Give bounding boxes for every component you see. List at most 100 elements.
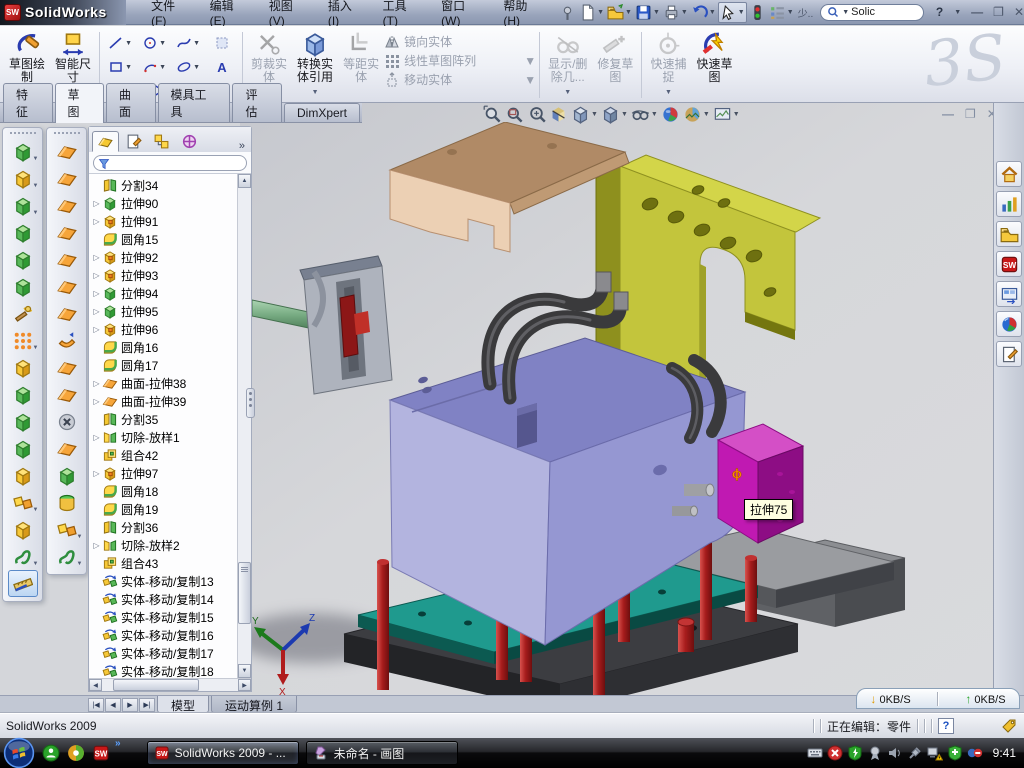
trim-surface-button[interactable]: ▼: [52, 516, 82, 543]
dropdown-arrow-icon[interactable]: ▼: [33, 156, 39, 162]
start-button[interactable]: [3, 737, 35, 768]
tree-item[interactable]: ▷拉伸94: [91, 284, 251, 302]
expander-icon[interactable]: ▷: [91, 253, 102, 262]
rapid-sketch-button[interactable]: 快速草 图: [691, 29, 737, 101]
plugin-icon[interactable]: [907, 745, 923, 761]
filled-surface-button[interactable]: [52, 273, 82, 300]
tree-item[interactable]: ▷拉伸96: [91, 320, 251, 338]
close-button[interactable]: ✕: [1014, 7, 1024, 17]
tree-item[interactable]: 组合42: [91, 446, 251, 464]
prev-tab-button[interactable]: ◀: [105, 698, 121, 712]
toolbox-tab[interactable]: SW: [996, 251, 1022, 277]
tree-item[interactable]: 实体-移动/复制15: [91, 608, 251, 626]
dropdown-arrow-icon[interactable]: ▼: [33, 210, 39, 216]
scroll-thumb[interactable]: [238, 562, 251, 624]
tree-item[interactable]: ▷曲面-拉伸39: [91, 392, 251, 410]
circle-button[interactable]: ▼: [137, 31, 171, 55]
planar-surface-button[interactable]: [52, 300, 82, 327]
display-delete-relations-button[interactable]: 显示/删 除几...▼: [543, 29, 592, 101]
offset-entities-button[interactable]: 等距实 体: [338, 29, 384, 101]
dimxpertmanager-tab-tab[interactable]: [176, 131, 203, 152]
minimize-button[interactable]: —: [971, 7, 983, 17]
expander-icon[interactable]: ▷: [91, 271, 102, 280]
tree-item[interactable]: 组合43: [91, 554, 251, 572]
options-button[interactable]: ▼: [768, 3, 795, 22]
hole-wizard-button[interactable]: [8, 300, 38, 327]
view-orientation-button[interactable]: ▼: [571, 105, 598, 124]
3d-part-gray-clamp[interactable]: [300, 256, 392, 394]
tree-item[interactable]: 圆角17: [91, 356, 251, 374]
region-button[interactable]: [205, 31, 239, 55]
next-tab-button[interactable]: ▶: [122, 698, 138, 712]
mirror-entities-button[interactable]: 镜向实体: [384, 33, 536, 50]
solidworks-resources-tab[interactable]: [996, 161, 1022, 187]
doc-restore-button[interactable]: ❐: [965, 109, 976, 119]
help-button[interactable]: ?: [936, 7, 943, 17]
tab-评估[interactable]: 评估: [232, 83, 282, 122]
boundary-cut-button[interactable]: [8, 273, 38, 300]
certificate-icon[interactable]: [867, 745, 883, 761]
tree-item[interactable]: 分割36: [91, 518, 251, 536]
linear-sketch-pattern-button[interactable]: 线性草图阵列▼: [384, 52, 536, 69]
messenger-button[interactable]: [41, 743, 61, 763]
dropdown-arrow-icon[interactable]: ▼: [33, 183, 39, 189]
open-document-button[interactable]: ▼: [606, 3, 633, 22]
doc-tab-运动算例 1[interactable]: 运动算例 1: [211, 696, 297, 713]
dropdown-arrow-icon[interactable]: ▼: [709, 9, 716, 16]
dropdown-arrow-icon[interactable]: ▼: [77, 561, 83, 567]
3d-part-tan-block[interactable]: [390, 122, 629, 252]
spline-button[interactable]: ▼: [171, 31, 205, 55]
dropdown-arrow-icon[interactable]: ▼: [159, 64, 166, 71]
quick-launch-more[interactable]: »: [115, 738, 121, 749]
repair-sketch-button[interactable]: 修复草 图: [592, 29, 638, 101]
undo-button[interactable]: ▼: [690, 3, 717, 22]
tree-item[interactable]: ▷曲面-拉伸38: [91, 374, 251, 392]
tree-item[interactable]: ▷拉伸97: [91, 464, 251, 482]
swept-boss-button[interactable]: ▼: [8, 192, 38, 219]
dropdown-arrow-icon[interactable]: ▼: [625, 9, 632, 16]
expander-icon[interactable]: ▷: [91, 199, 102, 208]
dropdown-arrow-icon[interactable]: ▼: [125, 64, 132, 71]
last-tab-button[interactable]: ▶|: [139, 698, 155, 712]
solidworks-quicklaunch-button[interactable]: SW: [91, 743, 111, 763]
tree-item[interactable]: 圆角18: [91, 482, 251, 500]
keyboard-layout-icon[interactable]: [807, 745, 823, 761]
dropdown-arrow-icon[interactable]: ▼: [33, 561, 39, 567]
tree-item[interactable]: ▷拉伸95: [91, 302, 251, 320]
expander-icon[interactable]: ▷: [91, 289, 102, 298]
expander-icon[interactable]: ▷: [91, 379, 102, 388]
dome-button[interactable]: ▼: [8, 489, 38, 516]
expander-icon[interactable]: ▷: [91, 325, 102, 334]
tree-horizontal-scrollbar[interactable]: ◀ ▶: [89, 678, 251, 691]
tree-item[interactable]: 实体-移动/复制18: [91, 662, 251, 678]
draft-button[interactable]: [8, 462, 38, 489]
configurationmanager-tab-tab[interactable]: [148, 131, 175, 152]
panel-splitter-grip[interactable]: [246, 388, 255, 418]
zoom-to-area-button[interactable]: [505, 105, 524, 124]
extruded-surface-button[interactable]: [52, 138, 82, 165]
lofted-boss-button[interactable]: [8, 219, 38, 246]
section-view-button[interactable]: [549, 105, 568, 124]
status-help-button[interactable]: ?: [938, 718, 954, 734]
tree-item[interactable]: 实体-移动/复制13: [91, 572, 251, 590]
dropdown-arrow-icon[interactable]: ▼: [125, 40, 132, 47]
expander-icon[interactable]: ▷: [91, 307, 102, 316]
hscroll-thumb[interactable]: [113, 679, 199, 691]
tab-特征[interactable]: 特征: [3, 83, 53, 122]
tree-item[interactable]: 圆角19: [91, 500, 251, 518]
offset-surface-button[interactable]: [52, 327, 82, 354]
tree-item[interactable]: 分割34: [91, 176, 251, 194]
chamfer-button[interactable]: [8, 381, 38, 408]
edit-appearance-button[interactable]: [661, 105, 680, 124]
rectangle-button[interactable]: ▼: [103, 55, 137, 79]
search-input[interactable]: ▼ Solic: [820, 4, 924, 21]
view-palette-tab[interactable]: [996, 281, 1022, 307]
graphics-viewport[interactable]: ϕ Y Z X ▼▼▼▼▼ — ❐ ✕ 拉伸75: [240, 103, 993, 695]
rebuild-button[interactable]: [748, 3, 767, 22]
expander-icon[interactable]: ▷: [91, 397, 102, 406]
save-button[interactable]: ▼: [634, 3, 661, 22]
linear-pattern-button[interactable]: ▼: [8, 327, 38, 354]
shell-button[interactable]: [8, 435, 38, 462]
tab-DimXpert[interactable]: DimXpert: [284, 103, 360, 122]
tree-item[interactable]: ▷切除-放样1: [91, 428, 251, 446]
